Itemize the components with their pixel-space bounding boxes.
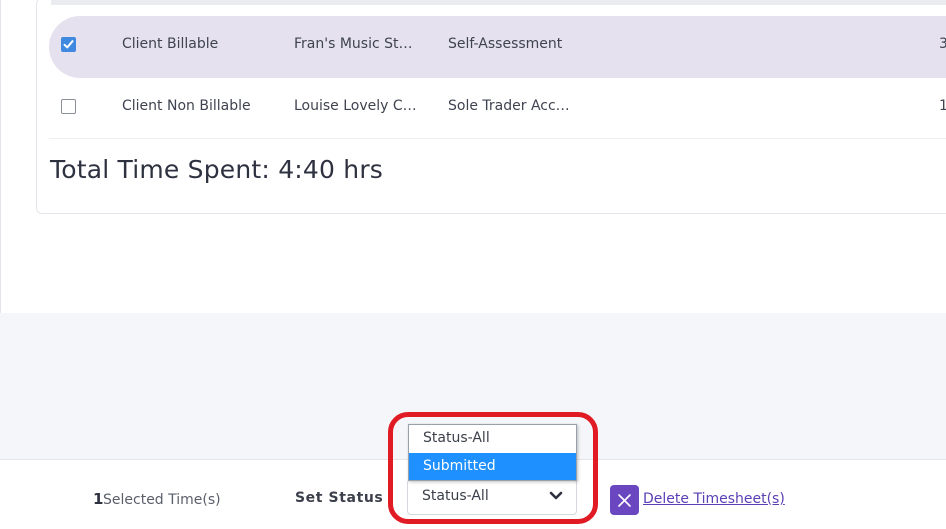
total-time-spent: Total Time Spent: 4:40 hrs xyxy=(50,155,384,184)
delete-timesheet-button[interactable] xyxy=(610,485,639,515)
row-checkbox[interactable] xyxy=(61,37,76,52)
row-divider xyxy=(49,138,946,139)
annotation-highlight-ring xyxy=(388,412,598,524)
table-row[interactable]: Client Billable Fran's Music Stud... Sel… xyxy=(49,16,946,78)
row-checkbox[interactable] xyxy=(61,99,76,114)
selected-count: 1 xyxy=(93,490,104,508)
timesheet-panel: Client Billable Fran's Music Stud... Sel… xyxy=(0,0,946,313)
cell-client: Louise Lovely Ca... xyxy=(294,98,419,114)
cell-service: Self-Assessment xyxy=(448,36,563,52)
cell-time: 1: xyxy=(939,78,946,140)
cell-service: Sole Trader Accou... xyxy=(448,98,578,114)
close-icon xyxy=(618,494,631,507)
cell-type: Client Non Billable xyxy=(122,98,251,114)
cell-client: Fran's Music Stud... xyxy=(294,36,419,52)
table-row[interactable]: Client Non Billable Louise Lovely Ca... … xyxy=(49,78,946,140)
selected-label: Selected Time(s) xyxy=(103,492,221,508)
check-icon xyxy=(63,40,74,49)
set-status-label: Set Status xyxy=(295,490,384,506)
table-header-bar xyxy=(51,0,946,5)
cell-time: 3: xyxy=(939,16,946,78)
cell-type: Client Billable xyxy=(122,36,219,52)
timesheet-card: Client Billable Fran's Music Stud... Sel… xyxy=(36,0,946,214)
delete-timesheet-link[interactable]: Delete Timesheet(s) xyxy=(643,491,785,507)
